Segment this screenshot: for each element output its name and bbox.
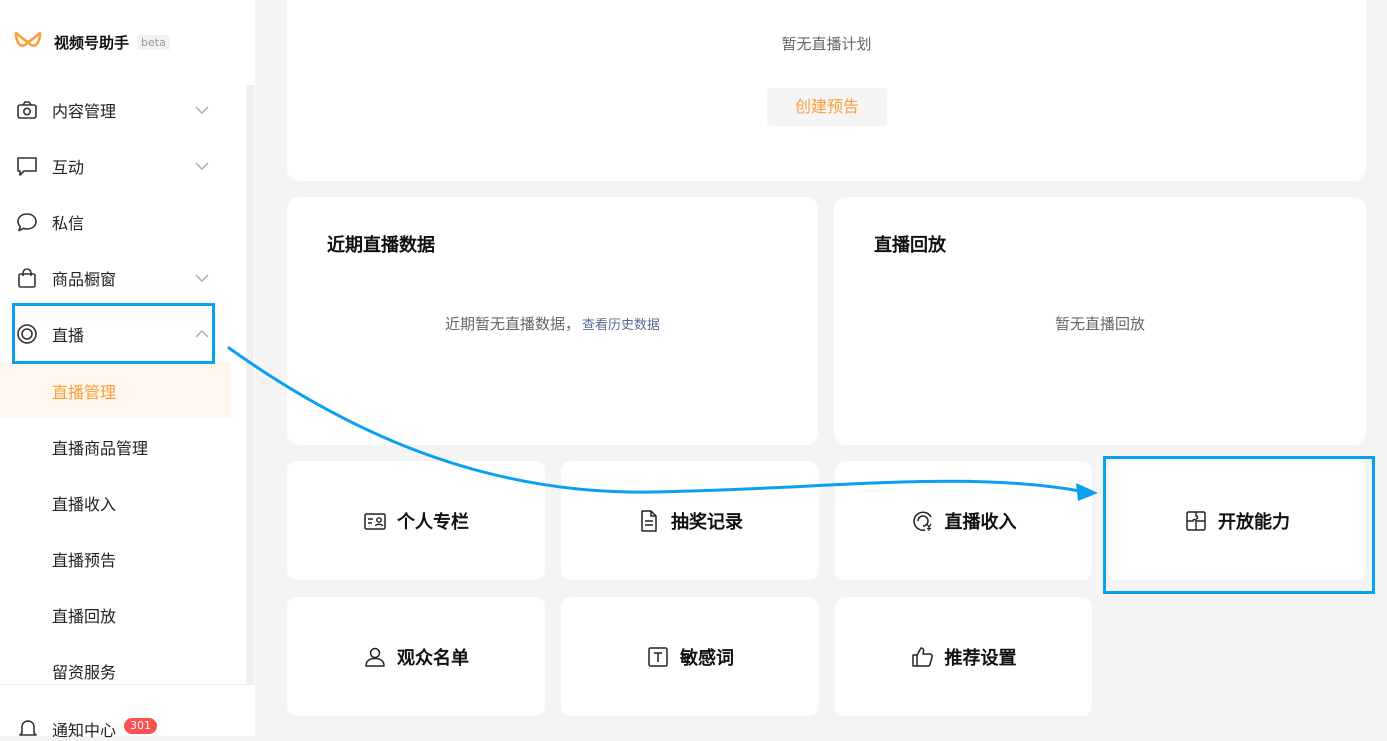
live-replay-empty: 暂无直播回放 xyxy=(1054,315,1145,333)
beta-badge: beta xyxy=(137,34,170,50)
thumbs-up-icon xyxy=(911,646,933,667)
live-plan-card: 暂无直播计划 创建预告 xyxy=(287,0,1366,181)
sidebar-subitem-leads-service[interactable]: 留资服务 xyxy=(0,642,231,698)
sidebar-item-messages[interactable]: 私信 xyxy=(0,194,231,250)
sidebar-item-label: 直播 xyxy=(52,326,85,345)
sidebar-item-interaction[interactable]: 互动 xyxy=(0,138,231,194)
live-icon xyxy=(17,324,37,344)
app-name: 视频号助手 xyxy=(54,33,130,52)
sidebar-item-label: 商品橱窗 xyxy=(52,270,117,289)
document-icon xyxy=(641,509,657,532)
tile-lottery-records[interactable]: 抽奖记录 xyxy=(561,461,819,580)
shopping-bag-icon xyxy=(18,268,36,288)
sidebar-subitem-label: 直播回放 xyxy=(52,607,117,626)
chevron-down-icon xyxy=(195,162,209,170)
puzzle-icon xyxy=(1186,510,1206,531)
tile-label: 开放能力 xyxy=(1218,511,1290,533)
sidebar-subitem-label: 留资服务 xyxy=(52,663,117,682)
profile-card-icon xyxy=(364,512,386,530)
sidebar-item-label: 私信 xyxy=(52,214,85,233)
plan-empty-text: 暂无直播计划 xyxy=(781,35,872,53)
tile-label: 推荐设置 xyxy=(944,647,1017,669)
sidebar-item-label: 互动 xyxy=(52,158,85,177)
income-icon xyxy=(912,510,932,531)
camera-icon xyxy=(17,101,37,119)
recent-empty-text: 近期暂无直播数据， xyxy=(444,315,580,333)
create-preview-button[interactable]: 创建预告 xyxy=(767,88,887,126)
sidebar-subitem-label: 直播管理 xyxy=(52,383,117,402)
tile-sensitive-words[interactable]: 敏感词 xyxy=(561,597,819,716)
sidebar-item-notifications[interactable]: 通知中心 301 xyxy=(0,700,231,740)
sidebar-item-shop[interactable]: 商品橱窗 xyxy=(0,250,231,306)
notifications-label: 通知中心 xyxy=(52,721,117,740)
tile-live-income[interactable]: 直播收入 xyxy=(835,461,1092,580)
sidebar-subitem-live-preview[interactable]: 直播预告 xyxy=(0,530,231,586)
sidebar-subitem-live-income[interactable]: 直播收入 xyxy=(0,474,231,530)
chat-box-icon xyxy=(17,157,37,176)
recent-live-data-card: 近期直播数据 近期暂无直播数据， 查看历史数据 xyxy=(287,197,818,445)
live-replay-title: 直播回放 xyxy=(874,235,946,256)
sidebar-item-label: 内容管理 xyxy=(52,102,117,121)
sidebar-item-content[interactable]: 内容管理 xyxy=(0,82,231,138)
tile-recommend-settings[interactable]: 推荐设置 xyxy=(835,597,1092,716)
sidebar-subitem-label: 直播预告 xyxy=(52,551,117,570)
tile-label: 敏感词 xyxy=(680,647,734,669)
live-replay-card: 直播回放 暂无直播回放 xyxy=(834,197,1366,445)
text-box-icon xyxy=(648,646,668,667)
sidebar-subitem-live-manage[interactable]: 直播管理 xyxy=(0,362,231,418)
sidebar-subitem-live-replay[interactable]: 直播回放 xyxy=(0,586,231,642)
tile-label: 抽奖记录 xyxy=(671,511,743,533)
recent-live-data-title: 近期直播数据 xyxy=(327,235,435,256)
tile-label: 观众名单 xyxy=(397,647,469,669)
sidebar-subitem-live-products[interactable]: 直播商品管理 xyxy=(0,418,231,474)
notification-count-badge: 301 xyxy=(124,718,157,734)
recent-live-data-empty: 近期暂无直播数据， 查看历史数据 xyxy=(287,313,818,334)
sidebar-subitem-label: 直播商品管理 xyxy=(52,439,149,458)
sidebar-subitem-label: 直播收入 xyxy=(52,495,117,514)
brand[interactable]: 视频号助手 beta xyxy=(14,28,170,56)
sidebar-divider xyxy=(0,684,255,685)
chevron-up-icon xyxy=(195,330,209,338)
user-icon xyxy=(365,647,385,667)
tile-label: 个人专栏 xyxy=(397,511,469,533)
sidebar-scrollbar[interactable] xyxy=(246,85,254,685)
logo-icon xyxy=(14,31,42,47)
tile-audience-list[interactable]: 观众名单 xyxy=(287,597,545,716)
tile-open-capabilities[interactable]: 开放能力 xyxy=(1108,461,1366,580)
sidebar-item-live[interactable]: 直播 xyxy=(0,306,231,362)
tile-label: 直播收入 xyxy=(944,511,1017,533)
message-bubble-icon xyxy=(17,213,37,232)
tile-personal-column[interactable]: 个人专栏 xyxy=(287,461,545,580)
chevron-down-icon xyxy=(195,274,209,282)
view-history-link[interactable]: 查看历史数据 xyxy=(582,318,660,333)
sidebar: 视频号助手 beta 内容管理 互动 私信 商品橱窗 直播 直播管理 直播商品管… xyxy=(0,0,255,740)
chevron-down-icon xyxy=(195,106,209,114)
